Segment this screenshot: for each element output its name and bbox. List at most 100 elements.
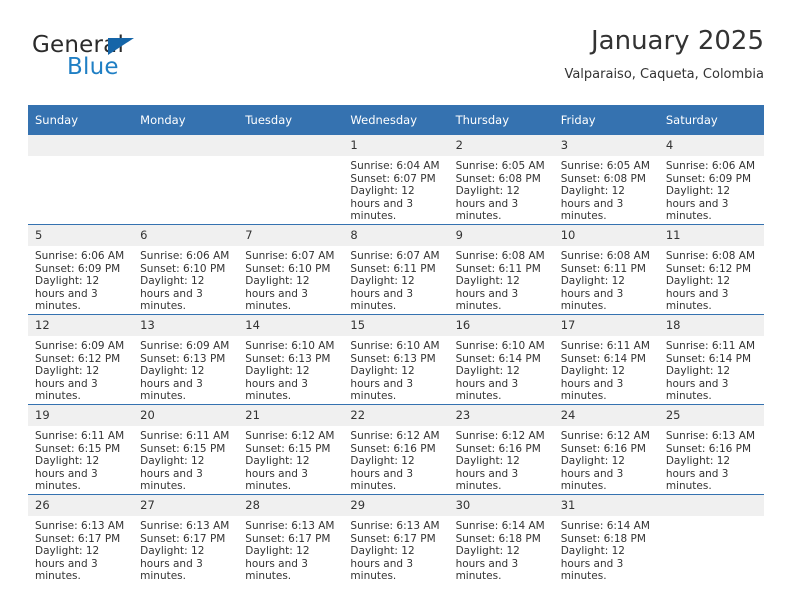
day-info: Sunrise: 6:12 AM Sunset: 6:16 PM Daylight:… <box>343 426 448 493</box>
day-number: 13 <box>133 315 239 336</box>
sunrise-text: Sunrise: 6:06 AM <box>140 250 230 262</box>
day-cell[interactable]: 5 Sunrise: 6:06 AM Sunset: 6:09 PM Daylight… <box>28 224 134 315</box>
day-cell[interactable]: 7 Sunrise: 6:07 AM Sunset: 6:10 PM Daylight… <box>238 224 344 315</box>
day-info: Sunrise: 6:08 AM Sunset: 6:11 PM Daylight:… <box>554 246 659 313</box>
day-cell[interactable]: 29 Sunrise: 6:13 AM Sunset: 6:17 PM Dayligh… <box>343 494 449 584</box>
daylight-text: Daylight: 12 hours and 3 minutes. <box>140 365 205 403</box>
title-block: January 2025 Valparaiso, Caqueta, Colomb… <box>564 24 764 86</box>
sunset-text: Sunset: 6:11 PM <box>560 262 646 275</box>
daylight-text: Daylight: 12 hours and 3 minutes. <box>665 455 731 493</box>
sunset-text: Sunset: 6:15 PM <box>245 442 331 455</box>
sunrise-text: Sunrise: 6:10 AM <box>350 340 440 352</box>
daylight-text: Daylight: 12 hours and 3 minutes. <box>455 545 520 583</box>
day-number: 28 <box>238 495 344 516</box>
weekday-header-thursday: Thursday <box>448 105 554 135</box>
day-cell[interactable]: 12 Sunrise: 6:09 AM Sunset: 6:12 PM Dayligh… <box>28 314 134 405</box>
day-cell[interactable]: 6 Sunrise: 6:06 AM Sunset: 6:10 PM Daylight… <box>133 224 239 315</box>
day-cell[interactable]: 16 Sunrise: 6:10 AM Sunset: 6:14 PM Dayligh… <box>448 314 554 405</box>
calendar-head: Sunday Monday Tuesday Wednesday Thursday Frid… <box>28 105 764 135</box>
day-info: Sunrise: 6:09 AM Sunset: 6:13 PM Daylight:… <box>133 336 238 403</box>
day-cell[interactable]: 22 Sunrise: 6:12 AM Sunset: 6:16 PM Dayligh… <box>343 404 449 495</box>
sunset-text: Sunset: 6:17 PM <box>140 532 226 545</box>
day-cell[interactable]: 28 Sunrise: 6:13 AM Sunset: 6:17 PM Dayligh… <box>238 494 344 584</box>
sunset-text: Sunset: 6:12 PM <box>665 262 752 275</box>
day-number: 18 <box>658 315 764 336</box>
sunrise-text: Sunrise: 6:08 AM <box>560 250 650 262</box>
day-number: 21 <box>238 405 344 426</box>
day-cell[interactable]: 3 Sunrise: 6:05 AM Sunset: 6:08 PM Daylight… <box>553 135 659 225</box>
weekday-header-tuesday: Tuesday <box>238 105 344 135</box>
day-cell[interactable]: 8 Sunrise: 6:07 AM Sunset: 6:11 PM Daylight… <box>343 224 449 315</box>
day-number: 7 <box>238 225 344 246</box>
day-cell-empty <box>28 135 134 225</box>
day-cell[interactable]: 31 Sunrise: 6:14 AM Sunset: 6:18 PM Dayligh… <box>553 494 659 584</box>
day-cell[interactable]: 15 Sunrise: 6:10 AM Sunset: 6:13 PM Dayligh… <box>343 314 449 405</box>
sunset-text: Sunset: 6:13 PM <box>245 352 331 365</box>
day-info: Sunrise: 6:08 AM Sunset: 6:11 PM Daylight:… <box>449 246 554 313</box>
daylight-text: Daylight: 12 hours and 3 minutes. <box>665 275 731 313</box>
day-cell[interactable]: 19 Sunrise: 6:11 AM Sunset: 6:15 PM Dayligh… <box>28 404 134 495</box>
day-cell[interactable]: 1 Sunrise: 6:04 AM Sunset: 6:07 PM Daylight… <box>343 135 449 225</box>
week-row: 26 Sunrise: 6:13 AM Sunset: 6:17 PM Dayligh… <box>28 494 764 584</box>
day-cell[interactable]: 14 Sunrise: 6:10 AM Sunset: 6:13 PM Dayligh… <box>238 314 344 405</box>
day-info: Sunrise: 6:10 AM Sunset: 6:14 PM Daylight:… <box>449 336 554 403</box>
day-cell[interactable]: 21 Sunrise: 6:12 AM Sunset: 6:15 PM Dayligh… <box>238 404 344 495</box>
general-blue-logo[interactable]: General Blue <box>32 32 212 88</box>
day-cell[interactable]: 2 Sunrise: 6:05 AM Sunset: 6:08 PM Daylight… <box>448 135 554 225</box>
day-info: Sunrise: 6:10 AM Sunset: 6:13 PM Daylight:… <box>238 336 343 403</box>
sunrise-text: Sunrise: 6:05 AM <box>455 160 545 172</box>
day-info: Sunrise: 6:05 AM Sunset: 6:08 PM Daylight:… <box>554 156 659 223</box>
day-number: 17 <box>553 315 659 336</box>
calendar-table: Sunday Monday Tuesday Wednesday Thursday Frid… <box>28 105 764 584</box>
daylight-text: Daylight: 12 hours and 3 minutes. <box>245 455 310 493</box>
sunset-text: Sunset: 6:07 PM <box>350 172 436 185</box>
day-cell[interactable]: 11 Sunrise: 6:08 AM Sunset: 6:12 PM Dayligh… <box>658 224 764 315</box>
sunset-text: Sunset: 6:17 PM <box>35 532 121 545</box>
day-cell[interactable]: 24 Sunrise: 6:12 AM Sunset: 6:16 PM Dayligh… <box>553 404 659 495</box>
daylight-text: Daylight: 12 hours and 3 minutes. <box>665 365 731 403</box>
day-number: 12 <box>28 315 134 336</box>
day-info: Sunrise: 6:12 AM Sunset: 6:15 PM Daylight:… <box>238 426 343 493</box>
day-cell[interactable]: 4 Sunrise: 6:06 AM Sunset: 6:09 PM Daylight… <box>658 135 764 225</box>
daylight-text: Daylight: 12 hours and 3 minutes. <box>350 185 415 223</box>
sunset-text: Sunset: 6:18 PM <box>560 532 646 545</box>
sunrise-text: Sunrise: 6:12 AM <box>245 430 335 442</box>
day-cell[interactable]: 23 Sunrise: 6:12 AM Sunset: 6:16 PM Dayligh… <box>448 404 554 495</box>
day-info: Sunrise: 6:10 AM Sunset: 6:13 PM Daylight:… <box>343 336 448 403</box>
daylight-text: Daylight: 12 hours and 3 minutes. <box>560 545 625 583</box>
sunrise-text: Sunrise: 6:13 AM <box>140 520 230 532</box>
day-cell[interactable]: 27 Sunrise: 6:13 AM Sunset: 6:17 PM Dayligh… <box>133 494 239 584</box>
day-number: 25 <box>658 405 764 426</box>
sunrise-text: Sunrise: 6:13 AM <box>245 520 335 532</box>
sunrise-text: Sunrise: 6:10 AM <box>455 340 545 352</box>
sunset-text: Sunset: 6:16 PM <box>665 442 752 455</box>
sunrise-text: Sunrise: 6:12 AM <box>455 430 545 442</box>
day-cell[interactable]: 17 Sunrise: 6:11 AM Sunset: 6:14 PM Dayligh… <box>553 314 659 405</box>
day-info: Sunrise: 6:14 AM Sunset: 6:18 PM Daylight:… <box>449 516 554 583</box>
sunset-text: Sunset: 6:13 PM <box>140 352 226 365</box>
day-cell[interactable]: 20 Sunrise: 6:11 AM Sunset: 6:15 PM Dayligh… <box>133 404 239 495</box>
day-cell[interactable]: 9 Sunrise: 6:08 AM Sunset: 6:11 PM Daylight… <box>448 224 554 315</box>
sunset-text: Sunset: 6:14 PM <box>560 352 646 365</box>
day-number <box>238 135 344 156</box>
day-number: 27 <box>133 495 239 516</box>
day-cell[interactable]: 10 Sunrise: 6:08 AM Sunset: 6:11 PM Dayligh… <box>553 224 659 315</box>
daylight-text: Daylight: 12 hours and 3 minutes. <box>455 275 520 313</box>
daylight-text: Daylight: 12 hours and 3 minutes. <box>35 455 100 493</box>
day-cell[interactable]: 30 Sunrise: 6:14 AM Sunset: 6:18 PM Dayligh… <box>448 494 554 584</box>
day-cell[interactable]: 13 Sunrise: 6:09 AM Sunset: 6:13 PM Dayligh… <box>133 314 239 405</box>
sunset-text: Sunset: 6:11 PM <box>350 262 436 275</box>
sunrise-text: Sunrise: 6:08 AM <box>455 250 545 262</box>
weekday-header-row: Sunday Monday Tuesday Wednesday Thursday Frid… <box>28 105 764 135</box>
day-number <box>658 495 764 516</box>
daylight-text: Daylight: 12 hours and 3 minutes. <box>35 275 100 313</box>
day-number: 22 <box>343 405 449 426</box>
day-number: 6 <box>133 225 239 246</box>
daylight-text: Daylight: 12 hours and 3 minutes. <box>245 545 310 583</box>
day-cell[interactable]: 25 Sunrise: 6:13 AM Sunset: 6:16 PM Dayligh… <box>658 404 764 495</box>
sunset-text: Sunset: 6:15 PM <box>35 442 121 455</box>
day-cell[interactable]: 18 Sunrise: 6:11 AM Sunset: 6:14 PM Dayligh… <box>658 314 764 405</box>
daylight-text: Daylight: 12 hours and 3 minutes. <box>665 185 731 223</box>
day-cell[interactable]: 26 Sunrise: 6:13 AM Sunset: 6:17 PM Dayligh… <box>28 494 134 584</box>
day-number: 8 <box>343 225 449 246</box>
